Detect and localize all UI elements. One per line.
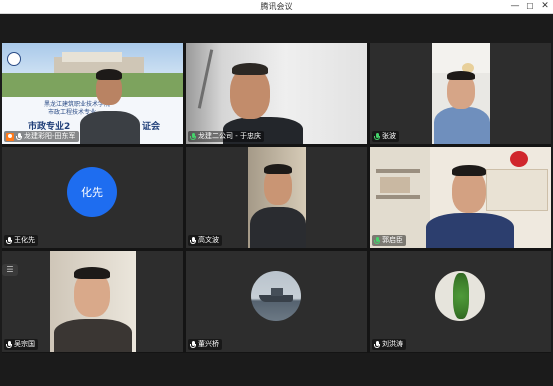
- video-grid: 黑龙江建筑职业技术学院 市政工程技术专业 市政专业2 证会 龙建彩阳-田东军 龙…: [2, 43, 551, 353]
- video-tile-5[interactable]: 高文波: [186, 147, 367, 248]
- participant-nameplate: 董兴桥: [188, 339, 222, 350]
- video-tile-2[interactable]: 龙建二公司 - 于忠庆: [186, 43, 367, 144]
- slide-banner-right-text: 证会: [142, 122, 161, 132]
- participant-nameplate: 龙建二公司 - 于忠庆: [188, 131, 264, 142]
- mic-speaking-icon: [190, 132, 196, 141]
- avatar: 化先: [67, 167, 117, 217]
- mic-icon: [6, 236, 12, 245]
- mic-icon: [374, 340, 380, 349]
- participant-nameplate: 郭启臣: [372, 235, 406, 246]
- participant-person: [80, 63, 140, 144]
- participant-list-toggle-icon[interactable]: ☰: [2, 264, 18, 276]
- participant-name: 刘洪涛: [382, 340, 403, 348]
- shared-screen-video: 黑龙江建筑职业技术学院 市政工程技术专业 市政专业2 证会: [2, 43, 183, 144]
- participant-person: [434, 69, 490, 144]
- participant-name: 龙建彩阳-田东军: [24, 132, 76, 140]
- participant-video: [432, 43, 490, 144]
- minimize-button[interactable]: —: [508, 0, 522, 13]
- participant-video: [248, 147, 306, 248]
- mic-icon: [190, 340, 196, 349]
- avatar: [251, 271, 301, 321]
- participant-video: [186, 43, 367, 144]
- ship-icon: [259, 295, 293, 302]
- participant-name: 王化先: [14, 236, 35, 244]
- participant-person: [250, 161, 306, 248]
- participant-name: 吴宗国: [14, 340, 35, 348]
- video-tile-7[interactable]: 吴宗国: [2, 251, 183, 352]
- video-tile-9[interactable]: 刘洪涛: [370, 251, 551, 352]
- participant-person: [418, 161, 518, 248]
- window-titlebar: 腾讯会议 — ☐ ✕: [0, 0, 553, 14]
- mic-icon: [374, 236, 380, 245]
- participant-person: [54, 263, 132, 352]
- participant-video: [370, 147, 551, 248]
- video-tile-4[interactable]: 化先 王化先: [2, 147, 183, 248]
- participant-video: [50, 251, 136, 352]
- participant-name: 董兴桥: [198, 340, 219, 348]
- participant-name: 郭启臣: [382, 236, 403, 244]
- close-button[interactable]: ✕: [538, 0, 552, 13]
- maximize-button[interactable]: ☐: [523, 0, 537, 13]
- school-logo-icon: [7, 52, 21, 66]
- mic-icon: [374, 132, 380, 141]
- video-tile-8[interactable]: 董兴桥: [186, 251, 367, 352]
- video-tile-3[interactable]: 张波: [370, 43, 551, 144]
- mic-icon: [190, 236, 196, 245]
- video-tile-6[interactable]: 郭启臣: [370, 147, 551, 248]
- avatar: [435, 271, 485, 321]
- participant-nameplate: 王化先: [4, 235, 38, 246]
- participant-name: 张波: [382, 132, 396, 140]
- participant-nameplate: 高文波: [188, 235, 222, 246]
- mic-icon: [6, 340, 12, 349]
- host-icon: [6, 132, 14, 141]
- participant-nameplate: 刘洪涛: [372, 339, 406, 350]
- participant-nameplate: 吴宗国: [4, 339, 38, 350]
- participant-nameplate: 龙建彩阳-田东军: [4, 131, 79, 142]
- participant-nameplate: 张波: [372, 131, 399, 142]
- participant-name: 高文波: [198, 236, 219, 244]
- participant-name: 龙建二公司 - 于忠庆: [198, 132, 261, 140]
- mic-icon: [16, 132, 22, 141]
- video-tile-1[interactable]: 黑龙江建筑职业技术学院 市政工程技术专业 市政专业2 证会 龙建彩阳-田东军: [2, 43, 183, 144]
- plant-icon: [453, 273, 469, 319]
- window-title: 腾讯会议: [260, 2, 293, 11]
